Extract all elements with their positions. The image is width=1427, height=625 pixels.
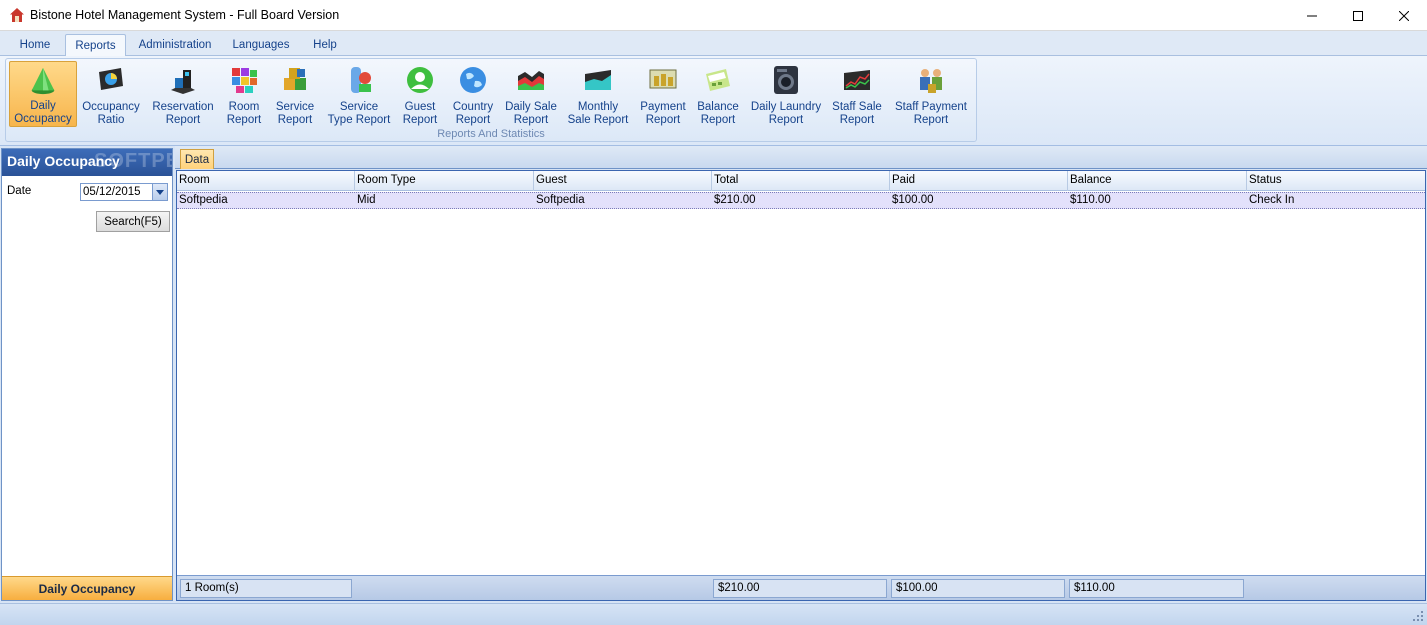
user-icon	[407, 67, 433, 93]
globe-icon	[460, 67, 486, 93]
minimize-icon	[1307, 15, 1317, 16]
column-header-guest[interactable]: Guest	[534, 171, 712, 191]
close-icon	[1399, 10, 1409, 21]
stock-chart-icon	[844, 70, 870, 90]
ribbon-label: Staff Payment Report	[894, 101, 968, 126]
tab-languages[interactable]: Languages	[224, 34, 298, 56]
tab-home[interactable]: Home	[8, 34, 62, 56]
column-header-total[interactable]: Total	[712, 171, 890, 191]
staff-sale-report-button[interactable]: Staff Sale Report	[828, 61, 886, 127]
tab-help[interactable]: Help	[302, 34, 348, 56]
ribbon-label: Country Report	[452, 101, 494, 126]
filter-panel: Daily Occupancy SOFTPED Date 05/12/2015 …	[1, 148, 173, 601]
ribbon-label: Payment Report	[640, 101, 686, 126]
column-header-balance[interactable]: Balance	[1068, 171, 1247, 191]
occupancy-grid: Room Room Type Guest Total Paid Balance …	[176, 170, 1426, 601]
total-summary: $210.00	[713, 579, 887, 598]
blocks-icon	[351, 67, 371, 93]
service-report-button[interactable]: Service Report	[270, 61, 320, 127]
date-picker[interactable]: 05/12/2015	[80, 183, 168, 201]
guest-report-button[interactable]: Guest Report	[398, 61, 442, 127]
column-header-room[interactable]: Room	[177, 171, 355, 191]
payment-report-button[interactable]: Payment Report	[636, 61, 690, 127]
ribbon-label: Daily Laundry Report	[750, 101, 822, 126]
ribbon-label: Daily Occupancy	[14, 100, 72, 125]
washer-icon	[774, 66, 798, 94]
ribbon: Daily Occupancy Occupancy Ratio Reservat…	[0, 56, 1427, 146]
cell-room: Softpedia	[179, 194, 228, 206]
balance-summary: $110.00	[1069, 579, 1244, 598]
date-label: Date	[7, 185, 32, 197]
column-header-paid[interactable]: Paid	[890, 171, 1068, 191]
room-count-summary: 1 Room(s)	[180, 579, 352, 598]
column-header-room-type[interactable]: Room Type	[355, 171, 534, 191]
daily-occupancy-button[interactable]: Daily Occupancy	[9, 61, 77, 127]
ribbon-label: Daily Sale Report	[505, 101, 557, 126]
ribbon-label: Service Type Report	[327, 101, 391, 126]
cell-guest: Softpedia	[536, 194, 585, 206]
staff-payment-report-button[interactable]: Staff Payment Report	[890, 61, 972, 127]
panel-footer-daily-occupancy[interactable]: Daily Occupancy	[2, 576, 172, 600]
monthly-sale-report-button[interactable]: Monthly Sale Report	[564, 61, 632, 127]
grid-summary-footer: 1 Room(s) $210.00 $100.00 $110.00	[177, 575, 1425, 600]
staff-icon	[920, 69, 942, 93]
ribbon-label: Monthly Sale Report	[567, 101, 629, 126]
ribbon-label: Guest Report	[402, 101, 438, 126]
occupancy-ratio-button[interactable]: Occupancy Ratio	[79, 61, 143, 127]
search-button[interactable]: Search(F5)	[96, 211, 170, 232]
cubes-icon	[284, 68, 306, 90]
grid-header: Room Room Type Guest Total Paid Balance …	[177, 171, 1425, 191]
color-cubes-icon	[232, 68, 257, 93]
balance-report-button[interactable]: Balance Report	[694, 61, 742, 127]
tab-reports[interactable]: Reports	[65, 34, 126, 57]
panel-header: Daily Occupancy SOFTPED	[2, 149, 172, 176]
watermark: SOFTPED	[94, 150, 172, 172]
country-report-button[interactable]: Country Report	[448, 61, 498, 127]
house-icon	[10, 8, 24, 22]
room-report-button[interactable]: Room Report	[222, 61, 266, 127]
calculator-icon	[706, 69, 730, 91]
title-bar: Bistone Hotel Management System - Full B…	[0, 0, 1427, 31]
money-icon	[649, 69, 677, 89]
resize-grip-icon[interactable]	[1411, 609, 1425, 623]
paid-summary: $100.00	[891, 579, 1065, 598]
chevron-down-icon	[156, 189, 164, 195]
green-cone-icon	[31, 67, 55, 95]
data-tab-strip: Data	[175, 146, 1427, 169]
teal-chart-icon	[585, 70, 611, 90]
ribbon-group-label: Reports And Statistics	[437, 128, 545, 140]
column-header-status[interactable]: Status	[1247, 171, 1425, 191]
ribbon-group-reports: Daily Occupancy Occupancy Ratio Reservat…	[5, 58, 977, 142]
cell-room-type: Mid	[357, 194, 376, 206]
ribbon-label: Reservation Report	[152, 101, 214, 126]
reservation-report-button[interactable]: Reservation Report	[146, 61, 220, 127]
pie-monitor-icon	[99, 68, 123, 90]
minimize-button[interactable]	[1289, 0, 1335, 31]
cell-paid: $100.00	[892, 194, 934, 206]
ribbon-label: Occupancy Ratio	[82, 101, 140, 126]
cell-balance: $110.00	[1070, 194, 1111, 206]
maximize-icon	[1353, 10, 1363, 21]
daily-sale-report-button[interactable]: Daily Sale Report	[502, 61, 560, 127]
ribbon-label: Staff Sale Report	[832, 101, 882, 126]
ribbon-label: Room Report	[226, 101, 262, 126]
menu-bar: Home Reports Administration Languages He…	[0, 31, 1427, 57]
status-bar	[0, 603, 1427, 625]
date-value[interactable]: 05/12/2015	[81, 186, 152, 198]
cell-status: Check In	[1249, 194, 1295, 206]
ribbon-label: Balance Report	[697, 101, 739, 126]
tab-administration[interactable]: Administration	[130, 34, 220, 56]
cell-total: $210.00	[714, 194, 756, 206]
close-button[interactable]	[1381, 0, 1427, 31]
service-type-report-button[interactable]: Service Type Report	[324, 61, 394, 127]
maximize-button[interactable]	[1335, 0, 1381, 31]
daily-laundry-report-button[interactable]: Daily Laundry Report	[746, 61, 826, 127]
window-title: Bistone Hotel Management System - Full B…	[30, 8, 340, 22]
area-chart-icon	[518, 71, 544, 90]
date-dropdown-button[interactable]	[152, 184, 167, 200]
ribbon-label: Service Report	[275, 101, 315, 126]
table-row[interactable]: Softpedia Mid Softpedia $210.00 $100.00 …	[177, 192, 1425, 209]
tab-data[interactable]: Data	[180, 149, 214, 169]
building-blocks-icon	[171, 70, 195, 94]
